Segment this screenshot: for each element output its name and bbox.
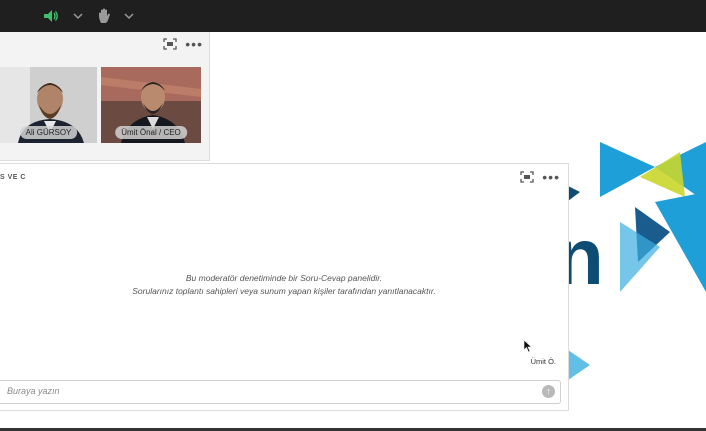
participant-name: Ümit Önal / CEO [115, 126, 187, 139]
meeting-toolbar [0, 0, 706, 32]
qa-pod-tools: ••• [520, 170, 560, 184]
question-input[interactable]: Buraya yazın ↑ [0, 380, 561, 404]
send-question-button[interactable]: ↑ [542, 385, 555, 398]
fullscreen-icon[interactable] [520, 171, 534, 183]
video-tile-ali[interactable]: Ali GÜRSOY [0, 67, 97, 143]
more-options-icon[interactable]: ••• [542, 170, 560, 184]
qa-info-line: Sorularınız toplantı sahipleri veya sunu… [132, 286, 436, 296]
video-pod: ••• Ali GÜRSOY Ümit Önal / CEO [0, 32, 210, 161]
chevron-down-icon[interactable] [123, 10, 135, 22]
video-pod-tools: ••• [163, 37, 203, 51]
qa-user-label: Ümit Ö. [530, 357, 556, 366]
raise-hand-icon[interactable] [96, 7, 114, 25]
slide-arrow-graphic [568, 350, 590, 380]
question-input-placeholder: Buraya yazın [7, 386, 60, 396]
participant-name: Ali GÜRSOY [19, 126, 78, 139]
fullscreen-icon[interactable] [163, 38, 177, 50]
speaker-icon[interactable] [42, 7, 60, 25]
qa-pod-title: S VE C [0, 174, 26, 181]
qa-info-message: Bu moderatör denetiminde bir Soru-Cevap … [0, 272, 568, 298]
qa-pod: S VE C ••• Bu moderatör denetiminde bir … [0, 163, 569, 411]
qa-info-line: Bu moderatör denetiminde bir Soru-Cevap … [185, 273, 383, 283]
video-tile-umit[interactable]: Ümit Önal / CEO [101, 67, 201, 143]
chevron-down-icon[interactable] [72, 10, 84, 22]
mouse-cursor-icon [523, 339, 533, 353]
more-options-icon[interactable]: ••• [185, 37, 203, 51]
